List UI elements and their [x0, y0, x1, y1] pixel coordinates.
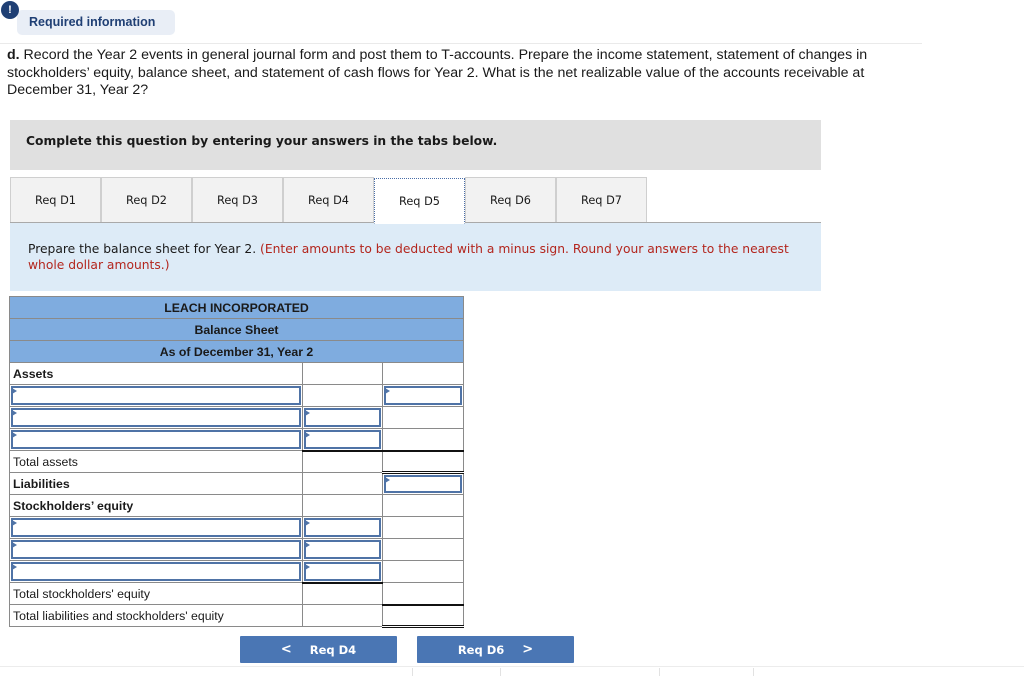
prev-button-label: Req D4	[309, 642, 357, 657]
next-button-label: Req D6	[457, 642, 505, 657]
asset-account-select-2[interactable]	[8, 406, 304, 429]
total-assets-value	[382, 450, 464, 473]
tab-req-d6[interactable]: Req D6	[465, 177, 556, 223]
tab-req-d1[interactable]: Req D1	[10, 177, 101, 223]
question-text: d. Record the Year 2 events in general j…	[7, 47, 887, 100]
divider	[753, 668, 754, 676]
asset-row	[8, 428, 464, 452]
total-liabilities-equity-value	[382, 604, 464, 628]
asset-subamount-input-3[interactable]	[302, 428, 384, 452]
tab-req-d3[interactable]: Req D3	[192, 177, 283, 223]
total-equity-label: Total stockholders' equity	[8, 582, 304, 605]
equity-amount-input-2[interactable]	[302, 538, 384, 561]
prompt-text: Prepare the balance sheet for Year 2. (E…	[28, 242, 818, 273]
asset-row	[8, 406, 464, 429]
equity-header-row: Stockholders’ equity	[8, 494, 464, 517]
total-equity-value	[382, 582, 464, 606]
company-name: LEACH INCORPORATED	[9, 296, 464, 319]
divider	[659, 668, 660, 676]
tab-req-d7[interactable]: Req D7	[556, 177, 647, 223]
equity-account-select-2[interactable]	[8, 538, 304, 561]
asset-amount-input-1[interactable]	[382, 384, 464, 407]
stockholders-equity-label: Stockholders’ equity	[8, 494, 304, 517]
instruction-text: Complete this question by entering your …	[26, 134, 498, 148]
tab-req-d2[interactable]: Req D2	[101, 177, 192, 223]
balance-sheet-table: LEACH INCORPORATED Balance Sheet As of D…	[8, 296, 464, 628]
equity-amount-input-1[interactable]	[302, 516, 384, 539]
tab-req-d5[interactable]: Req D5	[374, 178, 465, 224]
tab-req-d4[interactable]: Req D4	[283, 177, 374, 223]
chevron-right-icon: >	[522, 642, 534, 657]
statement-date: As of December 31, Year 2	[9, 340, 464, 363]
equity-amount-input-3[interactable]	[302, 560, 384, 584]
divider	[0, 43, 922, 44]
liabilities-label: Liabilities	[8, 472, 304, 495]
prompt-panel: Prepare the balance sheet for Year 2. (E…	[10, 223, 821, 291]
statement-title: Balance Sheet	[9, 318, 464, 341]
total-equity-row: Total stockholders' equity	[8, 582, 464, 606]
chevron-left-icon: <	[280, 642, 292, 657]
assets-header-row: Assets	[8, 362, 464, 385]
question-part-label: d.	[7, 47, 20, 63]
divider	[0, 666, 1024, 667]
total-liabilities-equity-row: Total liabilities and stockholders' equi…	[8, 604, 464, 628]
asset-account-select-1[interactable]	[8, 384, 304, 407]
instruction-banner: Complete this question by entering your …	[10, 120, 821, 170]
required-information-label: Required information	[17, 10, 175, 35]
liabilities-row: Liabilities	[8, 471, 464, 495]
equity-account-select-1[interactable]	[8, 516, 304, 539]
asset-account-select-3[interactable]	[8, 428, 304, 451]
requirement-tabs: Req D1 Req D2 Req D3 Req D4 Req D5 Req D…	[10, 177, 821, 224]
exclamation-icon: !	[1, 1, 19, 19]
divider	[500, 668, 501, 676]
next-req-d6-button[interactable]: Req D6 >	[417, 636, 574, 663]
asset-row	[8, 384, 464, 407]
total-assets-row: Total assets	[8, 450, 464, 473]
equity-account-select-3[interactable]	[8, 560, 304, 583]
equity-row	[8, 560, 464, 584]
asset-subamount-input-2[interactable]	[302, 406, 384, 429]
equity-row	[8, 538, 464, 561]
liabilities-amount-input[interactable]	[382, 471, 464, 495]
total-liabilities-equity-label: Total liabilities and stockholders' equi…	[8, 604, 304, 627]
prompt-main: Prepare the balance sheet for Year 2.	[28, 242, 261, 256]
divider	[412, 668, 413, 676]
equity-row	[8, 516, 464, 539]
question-body: Record the Year 2 events in general jour…	[7, 47, 868, 98]
total-assets-label: Total assets	[8, 450, 304, 473]
prev-req-d4-button[interactable]: < Req D4	[240, 636, 397, 663]
assets-label: Assets	[8, 362, 304, 385]
